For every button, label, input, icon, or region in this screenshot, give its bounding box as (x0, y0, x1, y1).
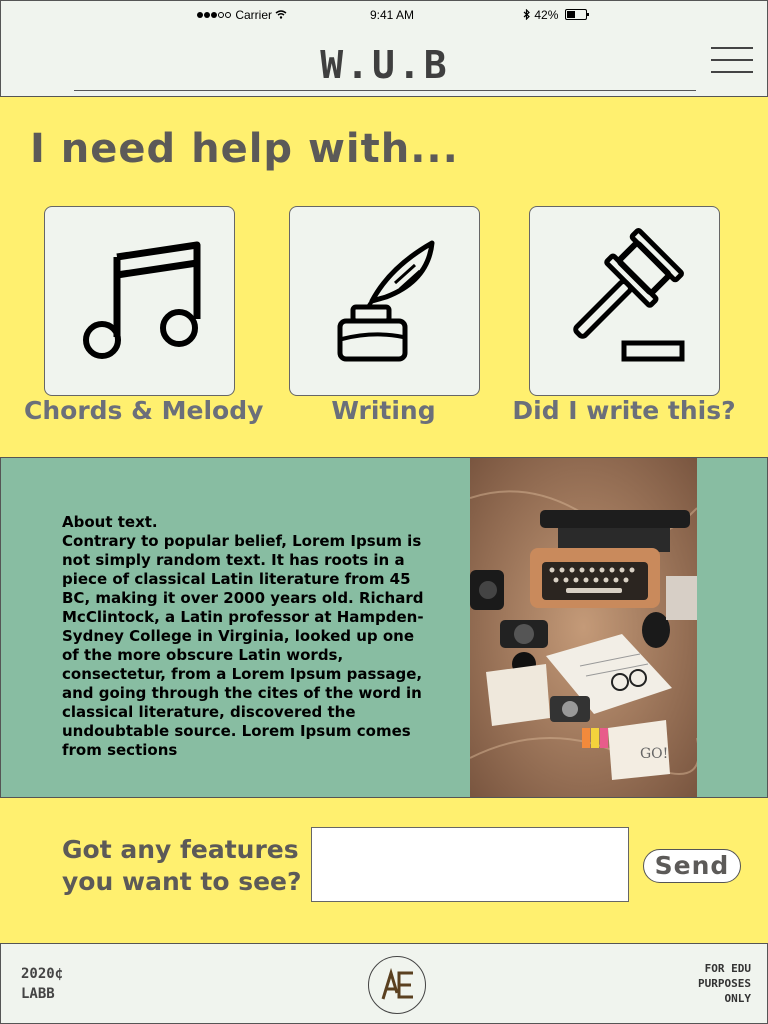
feature-question-line1: Got any features (62, 835, 299, 864)
footer-copyright: 2020¢ LABB (21, 964, 63, 1004)
card-label-chords-melody[interactable]: Chords & Melody (24, 396, 263, 425)
gavel-icon (573, 228, 685, 362)
footer-note-line1: FOR EDU (704, 962, 751, 975)
hamburger-menu-icon[interactable] (711, 47, 753, 75)
status-carrier: Carrier (197, 8, 287, 22)
bluetooth-icon (523, 8, 530, 21)
footer-note-line3: ONLY (724, 992, 752, 1005)
carrier-label: Carrier (235, 8, 273, 22)
battery-tip (586, 13, 589, 16)
page-title: I need help with... (30, 126, 459, 172)
about-body: Contrary to popular belief, Lorem Ipsum … (62, 532, 424, 759)
signal-icon (197, 12, 203, 18)
feature-request-input[interactable] (311, 827, 629, 902)
battery-icon (564, 9, 589, 20)
card-chords-melody[interactable] (44, 206, 235, 396)
footer-note-line2: PURPOSES (698, 977, 751, 990)
card-writing[interactable] (289, 206, 480, 396)
about-text-block: About text. Contrary to popular belief, … (62, 513, 432, 760)
app-header: Carrier 9:41 AM 42% W.U.B (0, 0, 768, 97)
signal-dot (204, 12, 210, 18)
menu-line (711, 59, 753, 61)
send-button[interactable]: Send (643, 849, 741, 883)
footer-year: 2020¢ (21, 966, 64, 982)
signal-dot-empty (218, 12, 224, 18)
feature-question: Got any features you want to see? (62, 834, 302, 898)
signal-dot-empty (225, 12, 231, 18)
ae-logo[interactable] (368, 956, 426, 1014)
quill-inkwell-icon (337, 240, 435, 362)
photo-illustration: GO! (470, 458, 697, 797)
wifi-icon (275, 10, 287, 19)
menu-line (711, 47, 753, 49)
typewriter-desk-photo: GO! (470, 458, 697, 797)
footer: 2020¢ LABB FOR EDU PURPOSES ONLY (0, 943, 768, 1024)
status-battery: 42% (523, 8, 589, 22)
card-label-writing[interactable]: Writing (289, 396, 478, 425)
svg-text:GO!: GO! (640, 746, 668, 762)
about-section: About text. Contrary to popular belief, … (0, 457, 768, 798)
feature-question-line2: you want to see? (62, 867, 302, 896)
card-did-i-write-this[interactable] (529, 206, 720, 396)
music-notes-icon (83, 241, 201, 359)
logo-mark (381, 967, 413, 1000)
brand-underline (74, 90, 696, 91)
signal-dot (211, 12, 217, 18)
footer-note: FOR EDU PURPOSES ONLY (698, 961, 751, 1006)
status-time: 9:41 AM (370, 8, 415, 22)
battery-fill (566, 11, 575, 18)
menu-line (711, 71, 753, 73)
brand-title[interactable]: W.U.B (1, 43, 768, 87)
battery-percent: 42% (534, 8, 559, 22)
about-heading: About text. (62, 513, 158, 531)
card-label-did-i-write-this[interactable]: Did I write this? (510, 396, 738, 425)
footer-org: LABB (21, 986, 55, 1002)
